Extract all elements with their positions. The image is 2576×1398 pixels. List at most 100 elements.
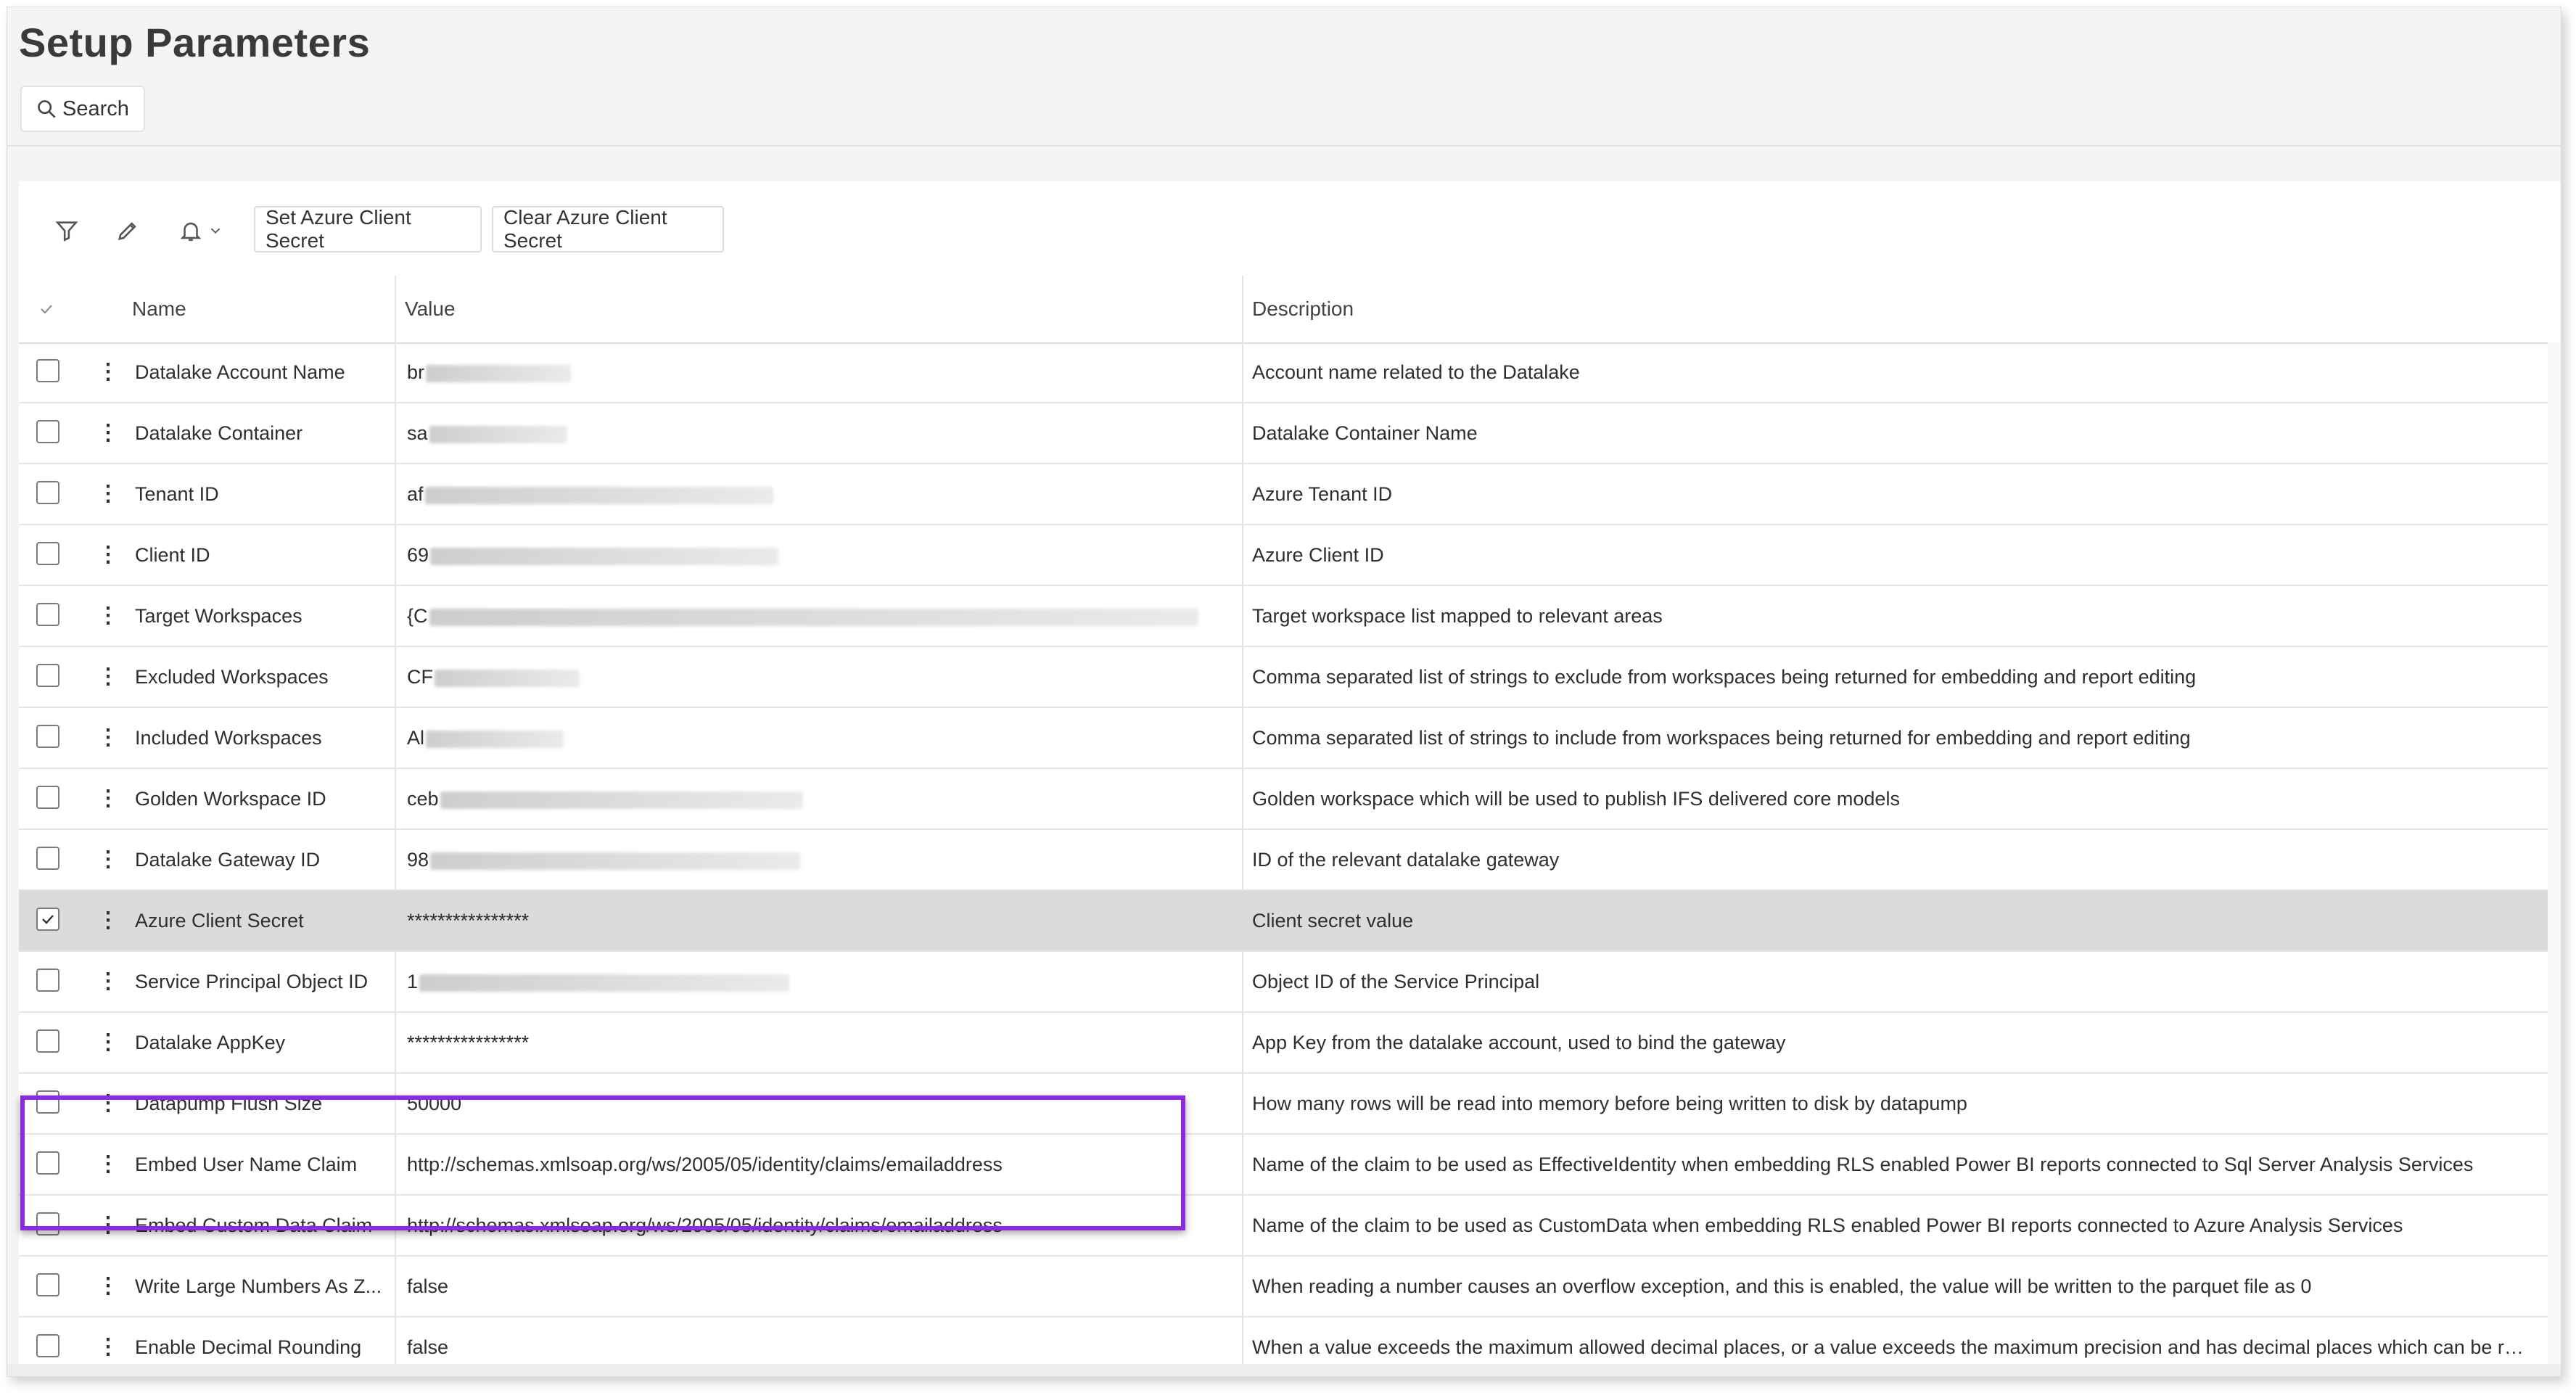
row-menu-icon[interactable]: ⋮ — [97, 769, 119, 828]
row-menu-icon[interactable]: ⋮ — [97, 647, 119, 707]
row-checkbox[interactable] — [36, 1212, 62, 1238]
column-header-value[interactable]: Value — [405, 276, 456, 342]
row-menu-icon[interactable]: ⋮ — [97, 891, 119, 950]
table-row[interactable]: ⋮ Embed Custom Data Claim http://schemas… — [19, 1196, 2549, 1257]
row-checkbox[interactable] — [36, 969, 62, 995]
param-value: 50000 — [407, 1093, 462, 1114]
row-checkbox[interactable] — [36, 1273, 62, 1299]
table-row[interactable]: ⋮ Client ID 69 Azure Client ID — [19, 525, 2549, 586]
row-checkbox[interactable] — [36, 542, 62, 568]
redacted-value — [430, 547, 779, 565]
table-row[interactable]: ⋮ Datapump Flush Size 50000 How many row… — [19, 1074, 2549, 1135]
row-checkbox[interactable] — [36, 847, 62, 873]
param-name: Excluded Workspaces — [135, 666, 329, 688]
param-description: ID of the relevant datalake gateway — [1252, 849, 1560, 871]
bell-icon — [180, 222, 202, 242]
set-azure-client-secret-button[interactable]: Set Azure Client Secret — [254, 206, 482, 252]
param-value: CF — [407, 647, 1234, 707]
param-value: false — [407, 1275, 449, 1297]
pencil-icon — [118, 222, 136, 241]
search-label: Search — [62, 96, 129, 120]
edit-button[interactable] — [107, 210, 148, 251]
table-row[interactable]: ⋮ Tenant ID af Azure Tenant ID — [19, 464, 2549, 525]
redacted-value — [430, 852, 801, 870]
table-header: Name Value Description — [19, 276, 2549, 344]
param-description: Name of the claim to be used as Effectiv… — [1252, 1154, 2474, 1175]
param-value-text: ceb — [407, 788, 439, 810]
param-name: Embed Custom Data Claim — [135, 1214, 373, 1236]
param-description: Golden workspace which will be used to p… — [1252, 788, 1900, 810]
row-menu-icon[interactable]: ⋮ — [97, 708, 119, 768]
param-description: Target workspace list mapped to relevant… — [1252, 605, 1663, 627]
filter-button[interactable] — [46, 210, 87, 251]
row-checkbox[interactable] — [36, 481, 62, 507]
param-name: Included Workspaces — [135, 727, 322, 749]
row-menu-icon[interactable]: ⋮ — [97, 525, 119, 585]
param-name: Azure Client Secret — [135, 910, 304, 932]
table-row[interactable]: ⋮ Datalake Gateway ID 98 ID of the relev… — [19, 830, 2549, 891]
param-value: **************** — [407, 1032, 530, 1053]
row-checkbox[interactable] — [36, 664, 62, 690]
check-icon — [42, 915, 54, 924]
param-value: **************** — [407, 910, 530, 932]
redacted-value — [426, 364, 572, 382]
param-value-text: 69 — [407, 544, 429, 566]
table-row[interactable]: ⋮ Datalake Container sa Datalake Contain… — [19, 403, 2549, 464]
param-description: Comma separated list of strings to inclu… — [1252, 727, 2191, 749]
clear-azure-client-secret-button[interactable]: Clear Azure Client Secret — [492, 206, 724, 252]
table-row[interactable]: ⋮ Excluded Workspaces CF Comma separated… — [19, 647, 2549, 708]
table-row[interactable]: ⋮ Embed User Name Claim http://schemas.x… — [19, 1135, 2549, 1196]
search-button[interactable]: Search — [20, 86, 145, 132]
row-menu-icon[interactable]: ⋮ — [97, 1257, 119, 1316]
param-value: af — [407, 464, 1234, 524]
table-row[interactable]: ⋮ Included Workspaces Al Comma separated… — [19, 708, 2549, 769]
redacted-value — [429, 425, 567, 443]
column-header-description[interactable]: Description — [1252, 276, 1354, 342]
table-row[interactable]: ⋮ Write Large Numbers As Z... false When… — [19, 1257, 2549, 1317]
redacted-value — [419, 974, 790, 992]
row-menu-icon[interactable]: ⋮ — [97, 586, 119, 646]
row-checkbox[interactable] — [36, 786, 62, 812]
row-checkbox[interactable] — [36, 1029, 62, 1056]
row-menu-icon[interactable]: ⋮ — [97, 1135, 119, 1194]
row-menu-icon[interactable]: ⋮ — [97, 342, 119, 402]
row-checkbox[interactable] — [36, 1151, 62, 1177]
table-row[interactable]: ⋮ Golden Workspace ID ceb Golden workspa… — [19, 769, 2549, 830]
select-all-checkbox[interactable] — [38, 276, 67, 342]
param-value-text: Al — [407, 727, 425, 749]
row-menu-icon[interactable]: ⋮ — [97, 1074, 119, 1133]
table-row-selected[interactable]: ⋮ Azure Client Secret **************** C… — [19, 891, 2549, 952]
param-description: Azure Client ID — [1252, 544, 1384, 566]
param-name: Datalake Account Name — [135, 361, 345, 383]
table-row[interactable]: ⋮ Datalake Account Name br Account name … — [19, 342, 2549, 403]
header-divider — [7, 145, 2561, 147]
row-menu-icon[interactable]: ⋮ — [97, 403, 119, 463]
row-checkbox[interactable] — [36, 908, 62, 934]
row-checkbox[interactable] — [36, 1090, 62, 1117]
horizontal-scrollbar[interactable] — [7, 1364, 2561, 1376]
param-description: Client secret value — [1252, 910, 1414, 932]
table-row[interactable]: ⋮ Target Workspaces {C Target workspace … — [19, 586, 2549, 647]
row-menu-icon[interactable]: ⋮ — [97, 1196, 119, 1255]
param-description: Object ID of the Service Principal — [1252, 971, 1540, 992]
row-menu-icon[interactable]: ⋮ — [97, 952, 119, 1011]
notification-dropdown[interactable] — [168, 210, 234, 251]
row-checkbox[interactable] — [36, 1334, 62, 1360]
param-name: Datalake Container — [135, 422, 303, 444]
row-menu-icon[interactable]: ⋮ — [97, 830, 119, 889]
row-checkbox[interactable] — [36, 359, 62, 385]
table-row[interactable]: ⋮ Datalake AppKey **************** App K… — [19, 1013, 2549, 1074]
filter-icon — [55, 221, 78, 242]
row-checkbox[interactable] — [36, 603, 62, 629]
param-description: Comma separated list of strings to exclu… — [1252, 666, 2197, 688]
param-value: Al — [407, 708, 1234, 768]
param-value: 98 — [407, 830, 1234, 889]
vertical-scrollbar[interactable] — [2548, 342, 2561, 1373]
table-row[interactable]: ⋮ Service Principal Object ID 1 Object I… — [19, 952, 2549, 1013]
row-menu-icon[interactable]: ⋮ — [97, 1013, 119, 1072]
row-menu-icon[interactable]: ⋮ — [97, 464, 119, 524]
row-checkbox[interactable] — [36, 420, 62, 446]
param-value-text: 98 — [407, 849, 429, 871]
column-header-name[interactable]: Name — [132, 276, 186, 342]
row-checkbox[interactable] — [36, 725, 62, 751]
